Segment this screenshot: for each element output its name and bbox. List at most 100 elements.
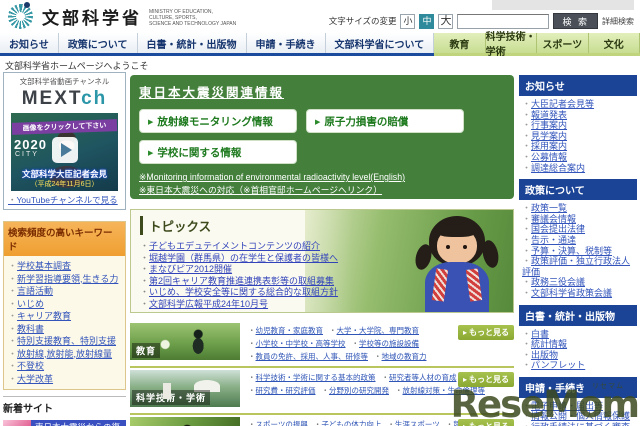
sidebar-link[interactable]: 見学案内 (531, 131, 567, 141)
disaster-link[interactable]: ※Monitoring information of environmental… (139, 171, 505, 184)
nav-item[interactable]: 白書・統計・出版物 (137, 33, 247, 53)
sidebar-link[interactable]: 白書 (531, 329, 549, 339)
keyword-link[interactable]: 放射線,放射能,放射線量 (17, 349, 112, 359)
sidebar-link[interactable]: 審議会情報 (531, 214, 576, 224)
more-button-education[interactable]: もっと見る (457, 325, 514, 340)
keyword-link[interactable]: 不登校 (17, 361, 44, 371)
nav-item[interactable]: お知らせ (0, 33, 59, 53)
keyword-link[interactable]: キャリア教育 (17, 311, 71, 321)
video-caption-date: （平成24年11月6日） (30, 181, 99, 188)
video-thumbnail[interactable]: 画像をクリックして下さい 2020 CITY 文部科学大臣記者会見 （平成24年… (11, 113, 118, 191)
sidebar-item: 見学案内 (522, 131, 637, 142)
topic-link[interactable]: 子どもエデュテイメントコンテンツの紹介 (149, 241, 320, 251)
sidebar-item: 審議会情報 (522, 214, 637, 225)
topic-link[interactable]: 文部科学広報平成24年10月号 (149, 299, 268, 309)
category-link[interactable]: スポーツの振興 (248, 419, 308, 426)
nav-item[interactable]: 文化 (588, 33, 640, 53)
mextch-logo: MEXTch (21, 88, 108, 109)
sidebar-link[interactable]: 出版物 (531, 350, 558, 360)
sidebar-link[interactable]: パンフレット (531, 360, 585, 370)
topic-link[interactable]: 第2回キャリア教育推進連携表彰等の取組募集 (149, 276, 334, 286)
category-link[interactable]: 分野別の研究開発 (322, 385, 389, 396)
sidebar-link[interactable]: 統計情報 (531, 339, 567, 349)
category-link[interactable]: 科学技術・学術に関する基本的政策 (248, 372, 376, 383)
sidebar-link[interactable]: 行事案内 (531, 120, 567, 130)
keyword-link[interactable]: 教科書 (17, 324, 44, 334)
click-image-banner: 画像をクリックして下さい (11, 119, 118, 135)
font-size-small-button[interactable]: 小 (400, 13, 416, 29)
search-input[interactable] (457, 13, 550, 29)
topic-link[interactable]: まなびピア2012開催 (149, 264, 232, 274)
nav-item[interactable]: 申請・手続き (246, 33, 326, 53)
category-link[interactable]: 教員の免許、採用、人事、研修等 (248, 351, 369, 362)
sidebar-link[interactable]: 調達総合案内 (531, 163, 585, 173)
category-link[interactable]: 生涯スポーツ (387, 419, 440, 426)
disaster-link[interactable]: ※東日本大震災への対応（※首相官邸ホームページへリンク） (139, 184, 505, 197)
youtube-channel-link[interactable]: YouTubeチャンネルで見る (8, 194, 125, 206)
category-link[interactable]: 研究者等人材の育成 (382, 372, 457, 383)
keyword-link[interactable]: いじめ (17, 299, 44, 309)
category-link[interactable]: 小学校・中学校・高等学校 (248, 338, 346, 349)
category-link[interactable]: 地域の教育力 (374, 351, 427, 362)
keyword-link[interactable]: 学校基本調査 (17, 261, 71, 271)
sidebar-link[interactable]: 報道発表 (531, 110, 567, 120)
mext-logo-link[interactable]: 文部科学省 MINISTRY OF EDUCATION, CULTURE, SP… (8, 2, 236, 29)
topic-link[interactable]: いじめ、学校安全等に関する総合的な取組方針 (149, 287, 338, 297)
topic-item: まなびピア2012開催 (140, 264, 513, 276)
category-link[interactable]: 学校等の施設設備 (352, 338, 419, 349)
sidebar-link[interactable]: 国会提出法律 (531, 224, 585, 234)
sidebar-link[interactable]: 政策一覧 (531, 203, 567, 213)
resemom-watermark: リセマム ReseMom (451, 383, 640, 426)
category-link[interactable]: 子どもの体力向上 (314, 419, 381, 426)
keyword-item: 放射線,放射能,放射線量 (8, 348, 123, 361)
sidebar-link[interactable]: 公募情報 (531, 152, 567, 162)
keywords-list: 学校基本調査新学習指導要領,生きる力言語活動いじめキャリア教育教科書特別支援教育… (4, 256, 125, 389)
search-button[interactable]: 検 索 (553, 13, 598, 29)
topic-item: 文部科学広報平成24年10月号 (140, 299, 513, 311)
advanced-search-link[interactable]: 詳細検索 (602, 16, 634, 27)
sidebar-links: 白書統計情報出版物パンフレット (519, 329, 637, 371)
category-link[interactable]: 研究費・研究評価 (248, 385, 316, 396)
sports-photo[interactable]: スポーツ (130, 417, 240, 426)
disaster-button[interactable]: 原子力損害の賠償 (306, 109, 464, 133)
nav-item[interactable]: 科学技術・学術 (485, 32, 538, 58)
keyword-link[interactable]: 新学習指導要領,生きる力 (17, 274, 118, 284)
sidebar-link[interactable]: 告示・通達 (531, 235, 576, 245)
play-button-icon[interactable] (51, 137, 78, 164)
sidebar-link[interactable]: 文部科学省政策会議 (531, 288, 612, 298)
category-label: 科学技術・学術 (132, 390, 211, 405)
keyword-link[interactable]: 特別支援教育、特別支援 (17, 336, 116, 346)
font-size-label: 文字サイズの変更 (328, 16, 397, 26)
disaster-title: 東日本大震災関連情報 (139, 86, 285, 100)
font-size-medium-button[interactable]: 中 (419, 13, 435, 29)
disaster-button[interactable]: 放射線モニタリング情報 (139, 109, 297, 133)
keyword-item: 不登校 (8, 360, 123, 373)
font-size-large-button[interactable]: 大 (438, 13, 454, 29)
keyword-link[interactable]: 大学改革 (17, 374, 53, 384)
disaster-button[interactable]: 学校に関する情報 (139, 140, 297, 164)
kizuna-banner[interactable]: 絆 東日本大震災からの復興 (3, 420, 126, 426)
nav-item[interactable]: 政策について (58, 33, 138, 53)
sidebar-links: 政策一覧審議会情報国会提出法律告示・通達予算・決算、税制等政策評価・独立行政法人… (519, 203, 637, 298)
sidebar-link[interactable]: 政務三役会議 (531, 277, 585, 287)
nav-item[interactable]: 文部科学省について (325, 33, 435, 53)
sidebar-link[interactable]: 大臣記者会見等 (531, 99, 594, 109)
keyword-link[interactable]: 言語活動 (17, 286, 53, 296)
sidebar-link[interactable]: 予算・決算、税制等 (531, 246, 612, 256)
sidebar-item: 政策評価・独立行政法人評価 (522, 256, 637, 277)
sidebar-item: パンフレット (522, 360, 637, 371)
nav-item[interactable]: 教育 (434, 33, 486, 53)
sidebar-link[interactable]: 採用案内 (531, 141, 567, 151)
sidebar-item: 文部科学省政策会議 (522, 288, 637, 299)
topic-link[interactable]: 堀越学園（群馬県）の在学生と保護者の皆様へ (149, 253, 338, 263)
sidebar-header: お知らせ (519, 75, 637, 96)
topic-item: いじめ、学校安全等に関する総合的な取組方針 (140, 287, 513, 299)
education-photo[interactable]: 教育 (130, 323, 240, 360)
category-link[interactable]: 幼児教育・家庭教育 (248, 325, 324, 336)
category-link[interactable]: 大学・大学院、専門教育 (329, 325, 420, 336)
topic-item: 第2回キャリア教育推進連携表彰等の取組募集 (140, 276, 513, 288)
science-photo[interactable]: 科学技術・学術 (130, 370, 240, 407)
nav-item[interactable]: スポーツ (537, 33, 589, 53)
sidebar-link[interactable]: 政策評価・独立行政法人評価 (522, 256, 630, 277)
keyword-item: いじめ (8, 298, 123, 311)
